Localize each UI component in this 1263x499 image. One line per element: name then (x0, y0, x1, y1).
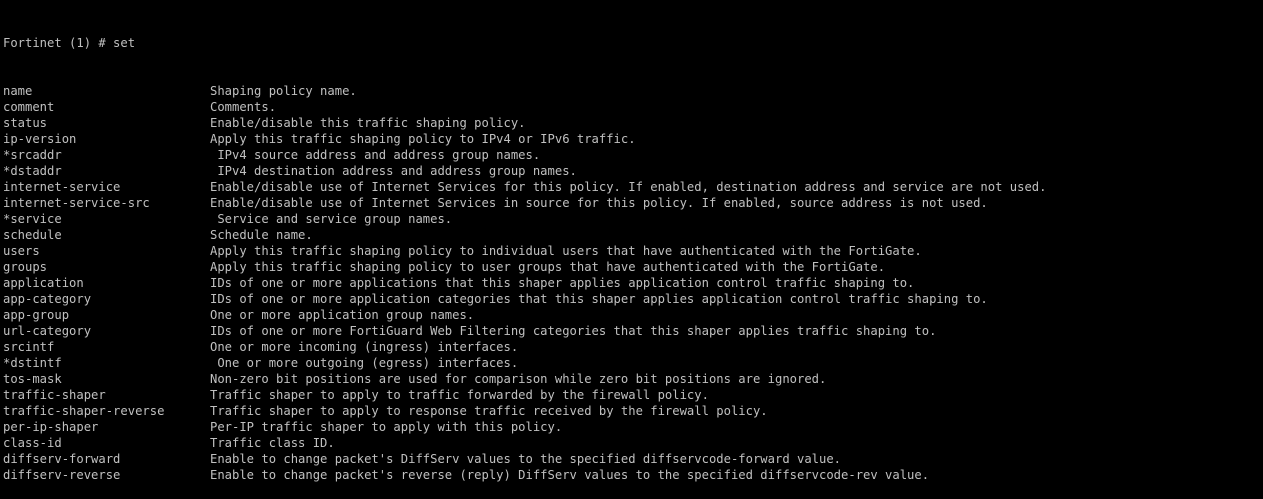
help-row: tos-mask Non-zero bit positions are used … (3, 371, 1263, 387)
help-row: ip-version Apply this traffic shaping pol… (3, 131, 1263, 147)
command-description: IPv4 source address and address group na… (210, 148, 541, 162)
command-keyword: ip-version (3, 132, 77, 146)
command-description: Non-zero bit positions are used for comp… (210, 372, 827, 386)
command-description: One or more outgoing (egress) interfaces… (210, 356, 519, 370)
help-row: per-ip-shaper Per-IP traffic shaper to ap… (3, 419, 1263, 435)
command-keyword: app-category (3, 292, 92, 306)
help-row: *dstaddr IPv4 destination address and ad… (3, 163, 1263, 179)
command-description: Enable to change packet's DiffServ value… (210, 452, 842, 466)
command-keyword: status (3, 116, 48, 130)
command-description: Apply this traffic shaping policy to ind… (210, 244, 922, 258)
help-row: internet-service-src Enable/disable use o… (3, 195, 1263, 211)
command-keyword: per-ip-shaper (3, 420, 99, 434)
help-row: application IDs of one or more applicatio… (3, 275, 1263, 291)
command-description: Enable to change packet's reverse (reply… (210, 468, 930, 482)
help-row: *srcaddr IPv4 source address and address… (3, 147, 1263, 163)
command-keyword: traffic-shaper (3, 388, 106, 402)
help-row: schedule Schedule name. (3, 227, 1263, 243)
command-keyword: internet-service (3, 180, 121, 194)
help-row: internet-service Enable/disable use of In… (3, 179, 1263, 195)
command-description: IDs of one or more application categorie… (210, 292, 988, 306)
command-keyword: users (3, 244, 40, 258)
help-row: app-group One or more application group n… (3, 307, 1263, 323)
command-description: Traffic shaper to apply to traffic forwa… (210, 388, 709, 402)
command-keyword: *dstaddr (3, 164, 62, 178)
command-description: Enable/disable use of Internet Services … (210, 180, 1047, 194)
command-prompt[interactable]: Fortinet (1) # set (3, 35, 1263, 51)
command-keyword: schedule (3, 228, 62, 242)
command-description: IPv4 destination address and address gro… (210, 164, 577, 178)
help-row: diffserv-reverse Enable to change packet'… (3, 467, 1263, 483)
command-description: Traffic shaper to apply to response traf… (210, 404, 768, 418)
command-keyword: *dstintf (3, 356, 62, 370)
command-keyword: diffserv-reverse (3, 468, 121, 482)
command-keyword: comment (3, 100, 55, 114)
help-row: name Shaping policy name. (3, 83, 1263, 99)
help-row: *dstintf One or more outgoing (egress) i… (3, 355, 1263, 371)
command-description: One or more application group names. (210, 308, 475, 322)
command-description: Per-IP traffic shaper to apply with this… (210, 420, 563, 434)
command-keyword: url-category (3, 324, 92, 338)
command-keyword: groups (3, 260, 48, 274)
command-description: Comments. (210, 100, 277, 114)
command-description: Apply this traffic shaping policy to IPv… (210, 132, 636, 146)
command-description: Enable/disable this traffic shaping poli… (210, 116, 526, 130)
help-row: status Enable/disable this traffic shapin… (3, 115, 1263, 131)
help-row: class-id Traffic class ID. (3, 435, 1263, 451)
help-row: users Apply this traffic shaping policy t… (3, 243, 1263, 259)
command-description: Service and service group names. (210, 212, 453, 226)
help-row: app-category IDs of one or more applicati… (3, 291, 1263, 307)
command-keyword: *service (3, 212, 62, 226)
command-keyword: srcintf (3, 340, 55, 354)
help-row: url-category IDs of one or more FortiGuar… (3, 323, 1263, 339)
terminal-window[interactable]: Fortinet (1) # set name Shaping policy na… (0, 0, 1263, 482)
command-description: Schedule name. (210, 228, 313, 242)
command-description: Traffic class ID. (210, 436, 335, 450)
help-row: comment Comments. (3, 99, 1263, 115)
command-keyword: class-id (3, 436, 62, 450)
command-keyword: name (3, 84, 33, 98)
command-description: One or more incoming (ingress) interface… (210, 340, 519, 354)
command-keyword: application (3, 276, 84, 290)
command-description: Enable/disable use of Internet Services … (210, 196, 988, 210)
command-keyword: diffserv-forward (3, 452, 121, 466)
command-description: Apply this traffic shaping policy to use… (210, 260, 886, 274)
command-keyword: traffic-shaper-reverse (3, 404, 165, 418)
help-row: srcintf One or more incoming (ingress) in… (3, 339, 1263, 355)
command-description: Shaping policy name. (210, 84, 357, 98)
help-list: name Shaping policy name. comment Comments.… (3, 83, 1263, 483)
command-keyword: internet-service-src (3, 196, 150, 210)
help-row: traffic-shaper-reverse Traffic shaper to … (3, 403, 1263, 419)
prompt-text: Fortinet (1) # set (3, 36, 136, 50)
command-keyword: app-group (3, 308, 70, 322)
help-row: *service Service and service group names… (3, 211, 1263, 227)
help-row: groups Apply this traffic shaping policy … (3, 259, 1263, 275)
help-row: diffserv-forward Enable to change packet'… (3, 451, 1263, 467)
command-description: IDs of one or more applications that thi… (210, 276, 915, 290)
command-description: IDs of one or more FortiGuard Web Filter… (210, 324, 937, 338)
command-keyword: *srcaddr (3, 148, 62, 162)
help-row: traffic-shaper Traffic shaper to apply to… (3, 387, 1263, 403)
command-keyword: tos-mask (3, 372, 62, 386)
